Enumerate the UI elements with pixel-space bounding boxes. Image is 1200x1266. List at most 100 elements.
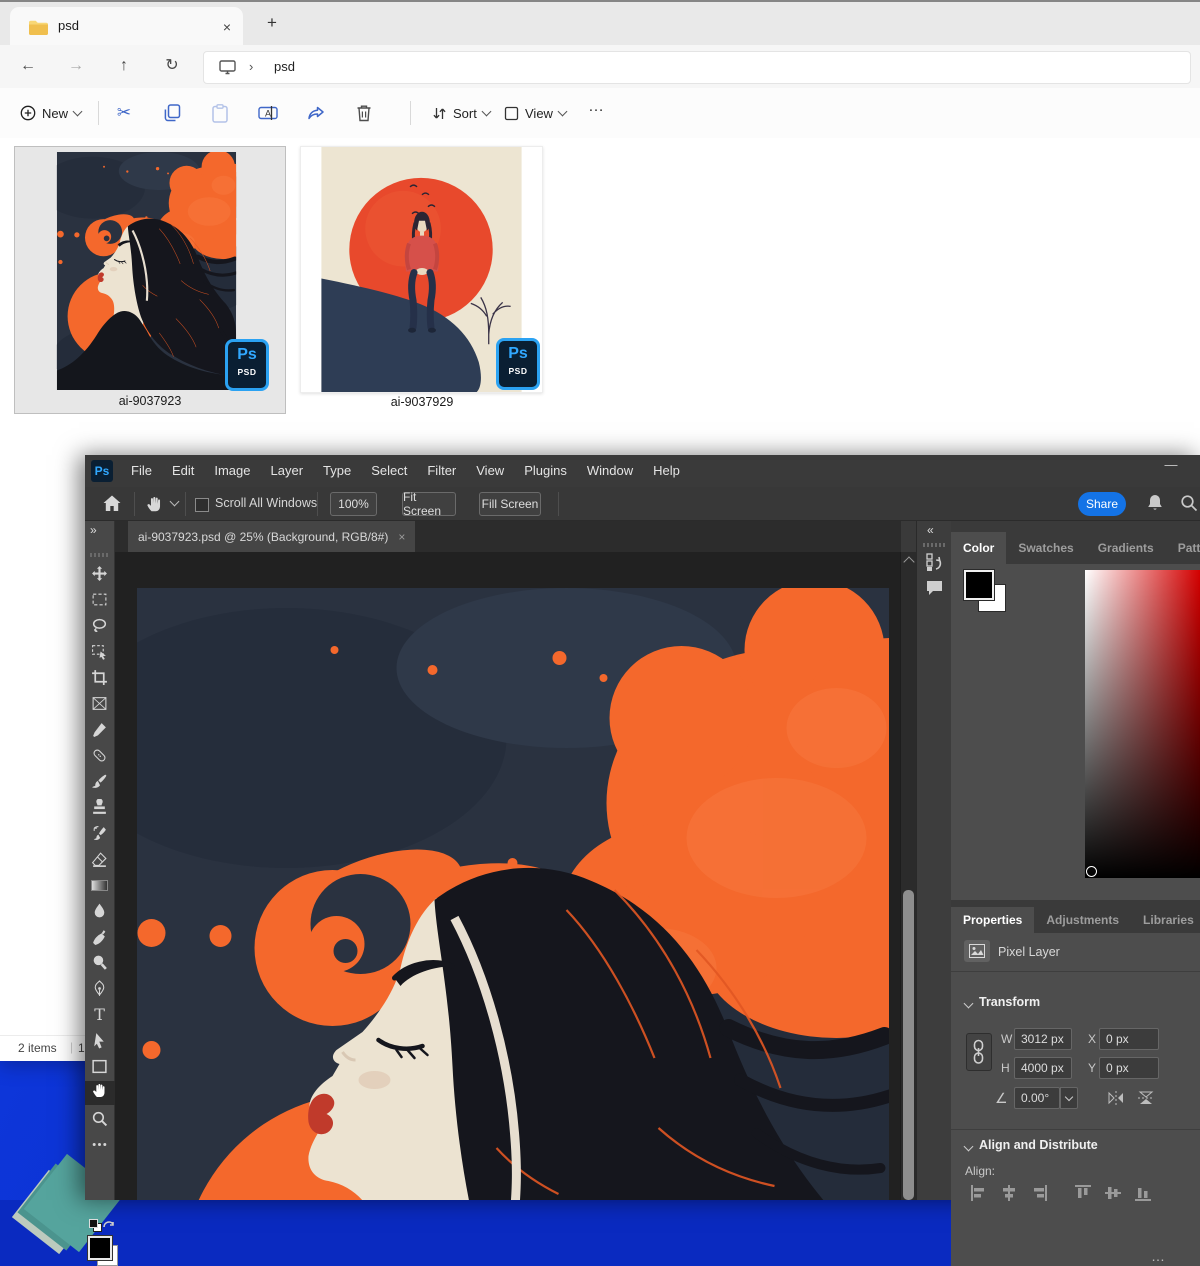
move-tool[interactable] bbox=[91, 565, 109, 583]
type-tool[interactable]: T bbox=[91, 1006, 109, 1024]
pen-tool[interactable] bbox=[91, 980, 109, 998]
align-more-options[interactable]: … bbox=[1151, 1248, 1166, 1264]
file-tile-selected[interactable]: Ps PSD ai-9037923 bbox=[14, 146, 286, 414]
tab-close-icon[interactable]: × bbox=[216, 16, 238, 38]
tab-properties[interactable]: Properties bbox=[951, 907, 1034, 933]
dock-collapse-icon[interactable]: « bbox=[927, 523, 934, 537]
new-tab-button[interactable]: + bbox=[260, 11, 284, 35]
menu-filter[interactable]: Filter bbox=[417, 455, 466, 487]
clone-stamp-tool[interactable] bbox=[91, 799, 109, 817]
menu-view[interactable]: View bbox=[466, 455, 514, 487]
canvas-vertical-scrollbar[interactable] bbox=[900, 552, 916, 1200]
zoom-tool[interactable] bbox=[91, 1110, 109, 1128]
rename-button[interactable]: A bbox=[250, 95, 286, 131]
share-button[interactable] bbox=[298, 95, 334, 131]
toolbar-grip[interactable] bbox=[90, 553, 110, 557]
home-icon[interactable] bbox=[102, 494, 122, 513]
path-selection-tool[interactable] bbox=[91, 1032, 109, 1050]
link-dimensions-button[interactable] bbox=[966, 1033, 992, 1071]
dodge-tool[interactable] bbox=[91, 954, 109, 972]
explorer-tab-psd[interactable]: psd × bbox=[10, 7, 243, 47]
menu-image[interactable]: Image bbox=[204, 455, 260, 487]
forward-button[interactable]: → bbox=[60, 50, 92, 82]
rectangle-tool[interactable] bbox=[91, 1058, 109, 1076]
up-button[interactable]: ↑ bbox=[108, 50, 140, 82]
ps-canvas-area[interactable] bbox=[115, 552, 900, 1200]
menu-edit[interactable]: Edit bbox=[162, 455, 204, 487]
height-input[interactable]: 4000 px bbox=[1014, 1057, 1072, 1079]
share-button[interactable]: Share bbox=[1078, 492, 1126, 516]
foreground-color-swatch[interactable] bbox=[88, 1236, 112, 1260]
x-input[interactable]: 0 px bbox=[1099, 1028, 1159, 1050]
tab-adjustments[interactable]: Adjustments bbox=[1034, 907, 1131, 933]
fit-screen-button[interactable]: Fit Screen bbox=[402, 492, 456, 516]
menu-layer[interactable]: Layer bbox=[261, 455, 314, 487]
tab-gradients[interactable]: Gradients bbox=[1086, 532, 1166, 564]
brush-tool[interactable] bbox=[91, 773, 109, 791]
sort-button[interactable]: Sort bbox=[418, 95, 498, 131]
menu-plugins[interactable]: Plugins bbox=[514, 455, 577, 487]
document-tab[interactable]: ai-9037923.psd @ 25% (Background, RGB/8#… bbox=[128, 521, 415, 552]
blur-tool[interactable] bbox=[91, 902, 109, 920]
width-input[interactable]: 3012 px bbox=[1014, 1028, 1072, 1050]
collapse-align-icon[interactable] bbox=[964, 1142, 974, 1152]
flip-vertical-icon[interactable] bbox=[1136, 1089, 1156, 1107]
gradient-tool[interactable] bbox=[91, 876, 109, 894]
history-panel-icon[interactable] bbox=[924, 551, 945, 573]
align-top-edges-button[interactable] bbox=[1073, 1183, 1093, 1203]
align-left-edges-button[interactable] bbox=[969, 1183, 989, 1203]
back-button[interactable]: ← bbox=[12, 50, 44, 82]
scroll-all-windows-checkbox[interactable] bbox=[195, 498, 209, 512]
fill-screen-button[interactable]: Fill Screen bbox=[479, 492, 541, 516]
search-icon[interactable] bbox=[1180, 494, 1198, 512]
foreground-color-swatch[interactable] bbox=[964, 570, 994, 600]
color-picker-field[interactable] bbox=[1085, 570, 1200, 878]
zoom-100-button[interactable]: 100% bbox=[330, 492, 377, 516]
crop-tool[interactable] bbox=[91, 669, 109, 687]
eyedropper-tool[interactable] bbox=[91, 721, 109, 739]
view-button[interactable]: View bbox=[496, 95, 574, 131]
edit-toolbar-button[interactable] bbox=[91, 1136, 109, 1154]
collapse-transform-icon[interactable] bbox=[964, 999, 974, 1009]
marquee-tool[interactable] bbox=[91, 591, 109, 609]
tab-libraries[interactable]: Libraries bbox=[1131, 907, 1200, 933]
tab-color[interactable]: Color bbox=[951, 532, 1006, 564]
chevron-down-icon[interactable] bbox=[170, 497, 180, 507]
menu-help[interactable]: Help bbox=[643, 455, 690, 487]
color-picker-cursor[interactable] bbox=[1086, 866, 1097, 877]
toolbar-collapse-icon[interactable]: » bbox=[90, 523, 97, 537]
minimize-button[interactable]: — bbox=[1157, 457, 1185, 472]
eraser-tool[interactable] bbox=[91, 851, 109, 869]
bell-icon[interactable] bbox=[1146, 493, 1164, 513]
swap-colors-icon[interactable] bbox=[102, 1219, 115, 1232]
tab-swatches[interactable]: Swatches bbox=[1006, 532, 1085, 564]
menu-type[interactable]: Type bbox=[313, 455, 361, 487]
dock-grip[interactable] bbox=[923, 543, 945, 547]
breadcrumb-path[interactable]: psd bbox=[274, 59, 295, 74]
rotation-input[interactable]: 0.00° bbox=[1014, 1087, 1060, 1109]
refresh-button[interactable]: ↻ bbox=[156, 50, 188, 82]
address-field[interactable]: › psd bbox=[203, 51, 1191, 84]
paste-button[interactable] bbox=[202, 95, 238, 131]
delete-button[interactable] bbox=[346, 95, 382, 131]
new-button[interactable]: New bbox=[12, 95, 89, 131]
hand-tool-options-icon[interactable] bbox=[145, 493, 164, 513]
history-brush-tool[interactable] bbox=[91, 825, 109, 843]
lasso-tool[interactable] bbox=[91, 617, 109, 635]
cut-button[interactable]: ✂ bbox=[106, 95, 142, 131]
hand-tool-active[interactable] bbox=[85, 1081, 115, 1105]
align-bottom-edges-button[interactable] bbox=[1133, 1183, 1153, 1203]
smudge-tool[interactable] bbox=[91, 928, 109, 946]
more-options-button[interactable]: … bbox=[588, 98, 605, 116]
frame-tool[interactable] bbox=[91, 695, 109, 713]
menu-select[interactable]: Select bbox=[361, 455, 417, 487]
align-vertical-centers-button[interactable] bbox=[1103, 1183, 1123, 1203]
tab-patterns[interactable]: Patterns bbox=[1166, 532, 1200, 564]
copy-button[interactable] bbox=[154, 95, 190, 131]
menu-file[interactable]: File bbox=[121, 455, 162, 487]
document-tab-close-icon[interactable]: × bbox=[398, 530, 405, 544]
spot-healing-brush-tool[interactable] bbox=[91, 747, 109, 765]
object-selection-tool[interactable] bbox=[91, 643, 109, 661]
comments-panel-icon[interactable] bbox=[925, 579, 944, 597]
align-horizontal-centers-button[interactable] bbox=[999, 1183, 1019, 1203]
